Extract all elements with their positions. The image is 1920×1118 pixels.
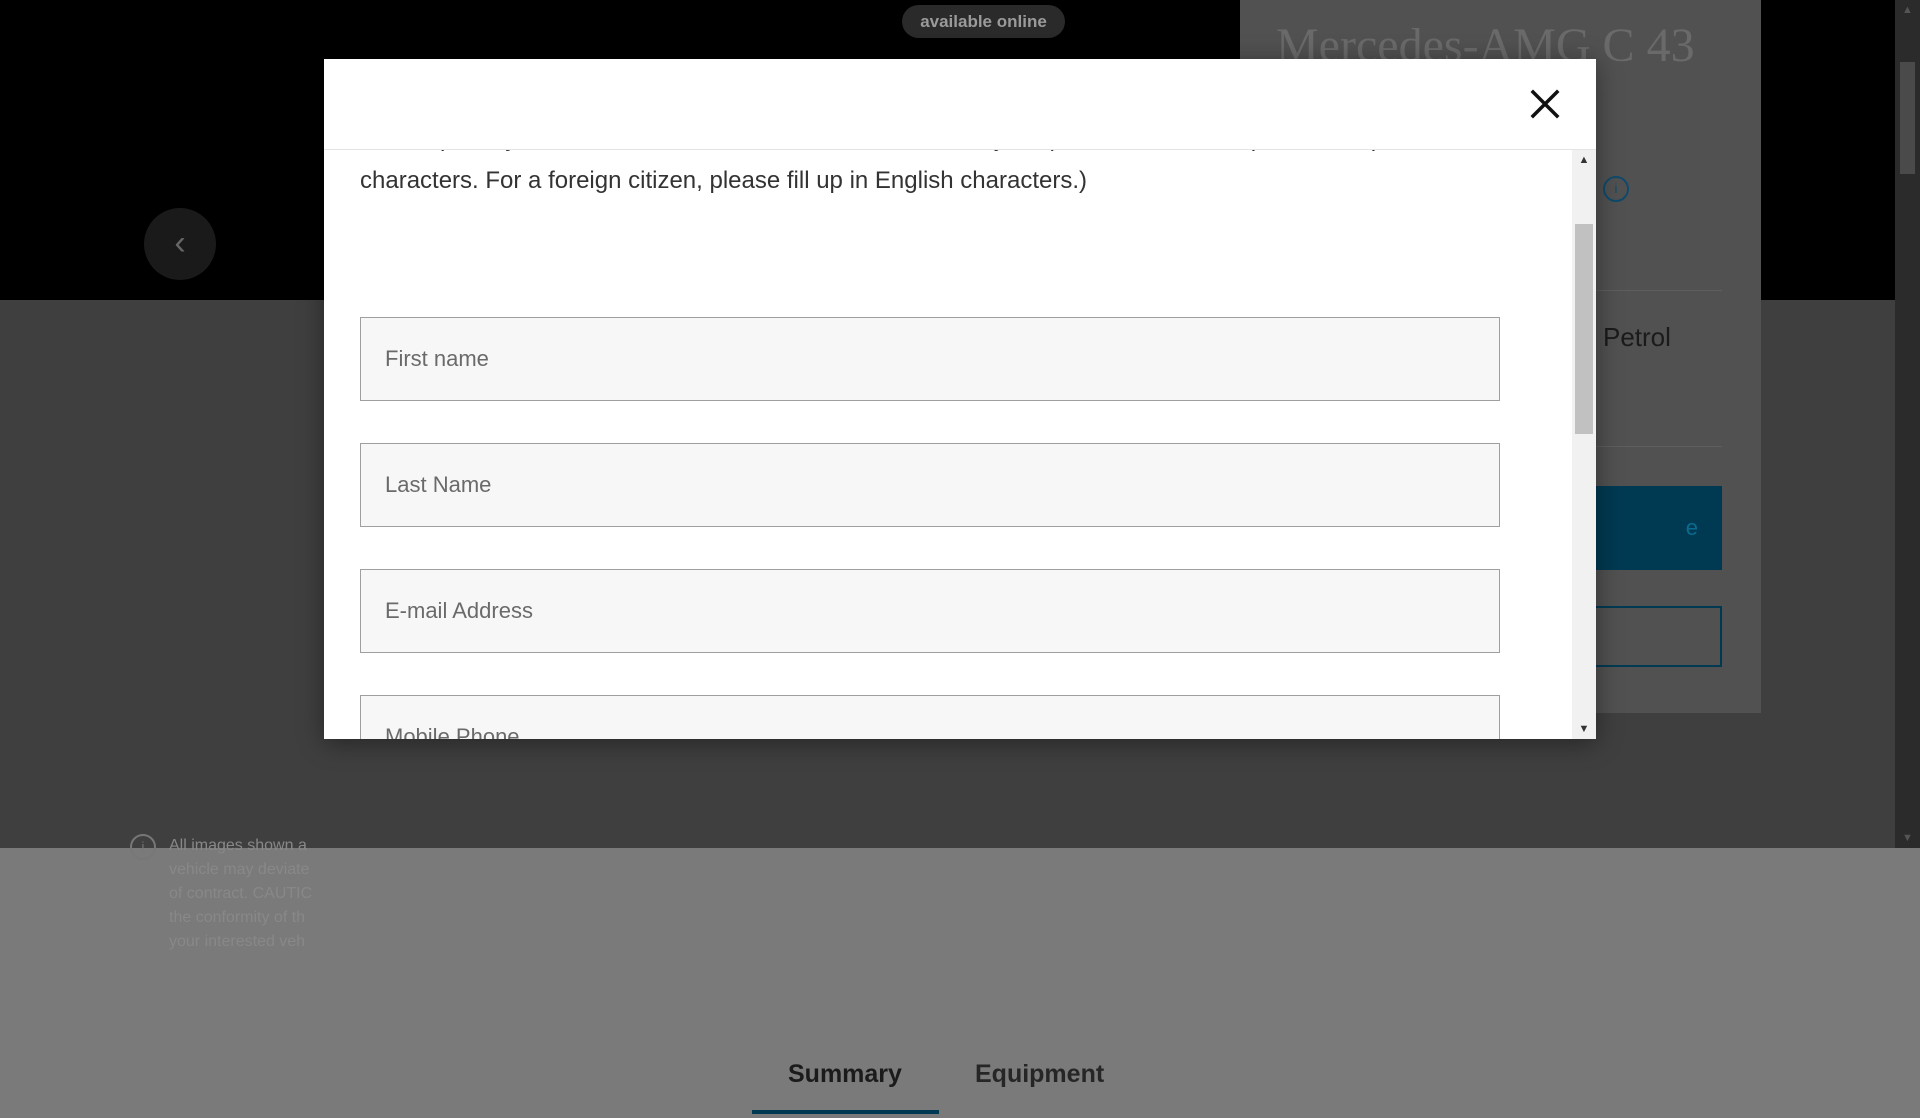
last-name-field[interactable]: [360, 443, 1500, 527]
contact-dealer-modal: Please put in your contact details so th…: [324, 59, 1596, 739]
modal-body: Please put in your contact details so th…: [324, 150, 1572, 739]
price-info-icon[interactable]: i: [1603, 176, 1629, 202]
tab-summary[interactable]: Summary: [788, 1060, 902, 1089]
modal-scrollbar[interactable]: ▲ ▼: [1572, 150, 1596, 739]
chevron-left-icon: ‹: [174, 224, 186, 262]
modal-scroll-down-arrow[interactable]: ▼: [1572, 719, 1596, 739]
page-scroll-thumb[interactable]: [1900, 62, 1915, 174]
info-icon: i: [130, 834, 156, 860]
modal-scroll-thumb[interactable]: [1575, 224, 1593, 434]
page-scrollbar[interactable]: ▲ ▼: [1895, 0, 1920, 848]
close-button[interactable]: [1524, 83, 1566, 125]
scroll-up-arrow[interactable]: ▲: [1895, 0, 1920, 20]
close-icon: [1530, 89, 1560, 119]
email-field[interactable]: [360, 569, 1500, 653]
gallery-prev-button[interactable]: ‹: [144, 208, 216, 280]
tab-equipment[interactable]: Equipment: [975, 1060, 1104, 1089]
first-name-field[interactable]: [360, 317, 1500, 401]
contact-instructions: Please put in your contact details so th…: [360, 150, 1462, 194]
fuel-type: Petrol: [1603, 322, 1671, 352]
availability-badge: available online: [902, 5, 1065, 38]
modal-header: [324, 59, 1596, 150]
disclaimer-text: All images shown a vehicle may deviate o…: [169, 837, 313, 950]
scroll-down-arrow[interactable]: ▼: [1895, 828, 1920, 848]
active-tab-indicator: [752, 1110, 939, 1114]
mobile-phone-field[interactable]: [360, 695, 1500, 739]
modal-scroll-up-arrow[interactable]: ▲: [1572, 150, 1596, 170]
